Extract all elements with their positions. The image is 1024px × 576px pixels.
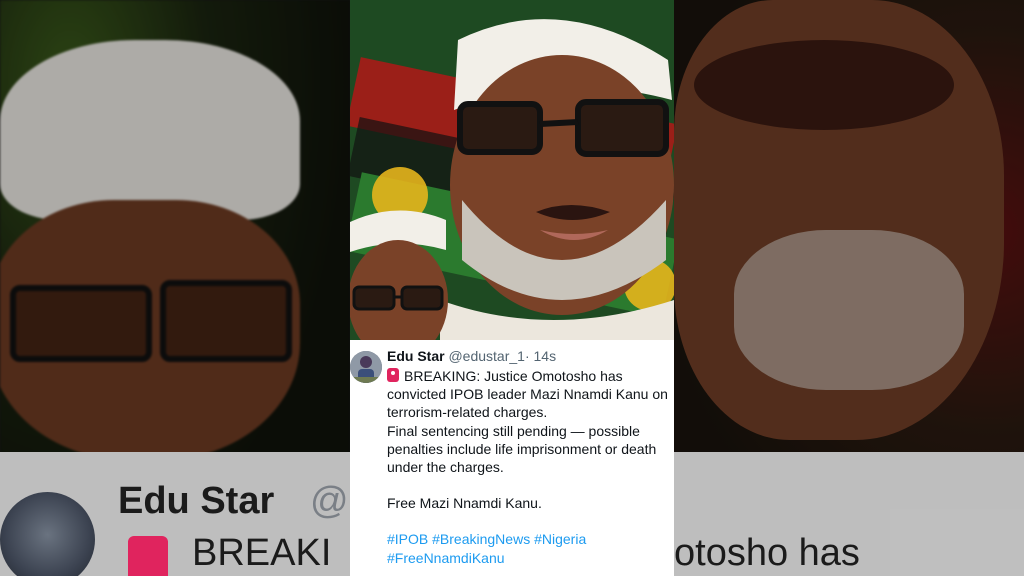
avatar-image: [350, 351, 382, 383]
avatar[interactable]: [350, 351, 382, 383]
hashtag-nigeria[interactable]: #Nigeria: [534, 531, 586, 547]
hashtag-breakingnews[interactable]: #BreakingNews: [432, 531, 530, 547]
zoomed-text-left: BREAKI: [192, 532, 332, 574]
video-frame[interactable]: Edu Star @edustar_1· 14s BREAKING: Justi…: [350, 0, 674, 576]
tweet-closing-line: Free Mazi Nnamdi Kanu.: [387, 495, 542, 512]
user-handle[interactable]: @edustar_1: [448, 348, 524, 364]
tweet-card[interactable]: Edu Star @edustar_1· 14s BREAKING: Justi…: [350, 340, 674, 576]
tweet-line: under the charges.: [387, 459, 504, 476]
photo-illustration: [350, 0, 674, 340]
tweet-text: BREAKING: Justice Omotosho has convicted…: [387, 367, 672, 567]
tweet-line: convicted IPOB leader Mazi Nnamdi Kanu o…: [387, 386, 668, 403]
police-light-icon: [128, 536, 168, 576]
police-light-icon: [387, 368, 399, 382]
news-photo: [350, 0, 674, 340]
tweet-line: penalties include life imprisonment or d…: [387, 440, 657, 457]
tweet-time[interactable]: · 14s: [525, 348, 556, 364]
tweet-line: terrorism-related charges.: [387, 404, 548, 421]
tweet-line: BREAKING: Justice Omotosho has: [387, 367, 672, 385]
hashtag-ipob[interactable]: #IPOB: [387, 531, 428, 547]
zoomed-handle: @: [310, 480, 349, 522]
display-name[interactable]: Edu Star: [387, 348, 445, 364]
hashtag-row: #IPOB #BreakingNews #Nigeria: [387, 530, 672, 548]
zoomed-avatar: [0, 492, 95, 576]
hashtag-row: #FreeNnamdiKanu: [387, 549, 672, 567]
tweet-header: Edu Star @edustar_1· 14s: [387, 347, 672, 365]
zoomed-text-right: otosho has: [674, 532, 860, 574]
zoomed-display-name: Edu Star: [118, 480, 275, 522]
hashtag-freennamdikanu[interactable]: #FreeNnamdiKanu: [387, 550, 505, 566]
tweet-line: Final sentencing still pending — possibl…: [387, 422, 640, 439]
